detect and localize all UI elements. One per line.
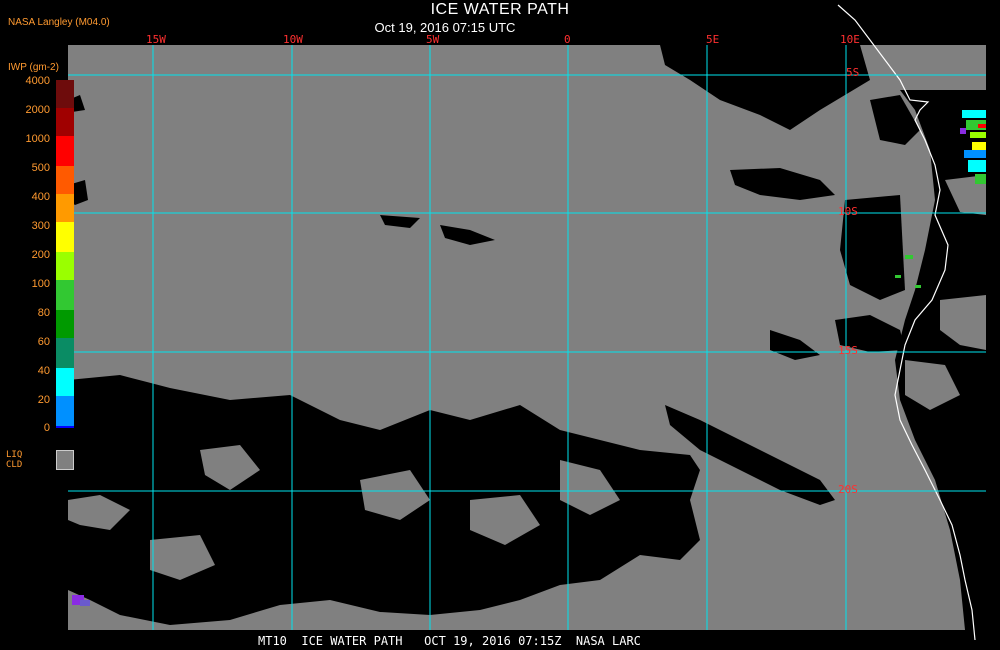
legend-tick: 60: [37, 336, 50, 348]
legend-title: IWP (gm-2): [8, 62, 59, 73]
legend-tick: 2000: [25, 104, 50, 116]
legend-tick: 1000: [25, 133, 50, 145]
legend-tick: 0: [43, 422, 50, 434]
legend-swatch: [56, 252, 74, 280]
lon-label-10e: 10E: [840, 33, 860, 46]
legend-swatch: [56, 108, 74, 136]
lon-label-0: 0: [564, 33, 571, 46]
legend-swatch: [56, 338, 74, 368]
satellite-image-viewer: ICE WATER PATH Oct 19, 2016 07:15 UTC NA…: [0, 0, 1000, 650]
liquid-cloud-label-2: CLD: [6, 460, 23, 470]
legend-tick: 100: [31, 278, 50, 290]
lon-label-15w: 15W: [146, 33, 166, 46]
legend-swatch: [56, 136, 74, 166]
legend-tick: 500: [31, 162, 50, 174]
legend-tick: 300: [31, 220, 50, 232]
lat-label-15s: 15S: [838, 344, 858, 357]
lon-label-5e: 5E: [706, 33, 720, 46]
legend-tick: 400: [31, 191, 50, 203]
legend-swatch: [56, 426, 74, 428]
liquid-cloud-swatch: [56, 450, 74, 470]
liquid-cloud-label-1: LIQ: [6, 450, 23, 460]
lat-label-10s: 10S: [838, 205, 858, 218]
lat-label-5s: 5S: [846, 66, 860, 79]
lat-label-20s: 20S: [838, 483, 858, 496]
legend-swatch: [56, 166, 74, 194]
legend-swatch: [56, 222, 74, 252]
clear-sky-regions: [68, 45, 986, 630]
lon-label-5w: 5W: [426, 33, 440, 46]
legend-tick: 20: [37, 394, 50, 406]
legend-swatch: [56, 310, 74, 338]
legend-swatch: [56, 396, 74, 426]
lon-label-10w: 10W: [283, 33, 303, 46]
legend-swatch: [56, 194, 74, 222]
legend-tick: 80: [37, 307, 50, 319]
image-footer: MT10 ICE WATER PATH OCT 19, 2016 07:15Z …: [258, 634, 641, 648]
map-overlay: [68, 4, 986, 641]
legend-tick: 4000: [25, 75, 50, 87]
legend-swatch: [56, 280, 74, 310]
legend-swatch: [56, 368, 74, 396]
legend-tick: 40: [37, 365, 50, 377]
legend-swatch: [56, 80, 74, 108]
legend-tick: 200: [31, 249, 50, 261]
